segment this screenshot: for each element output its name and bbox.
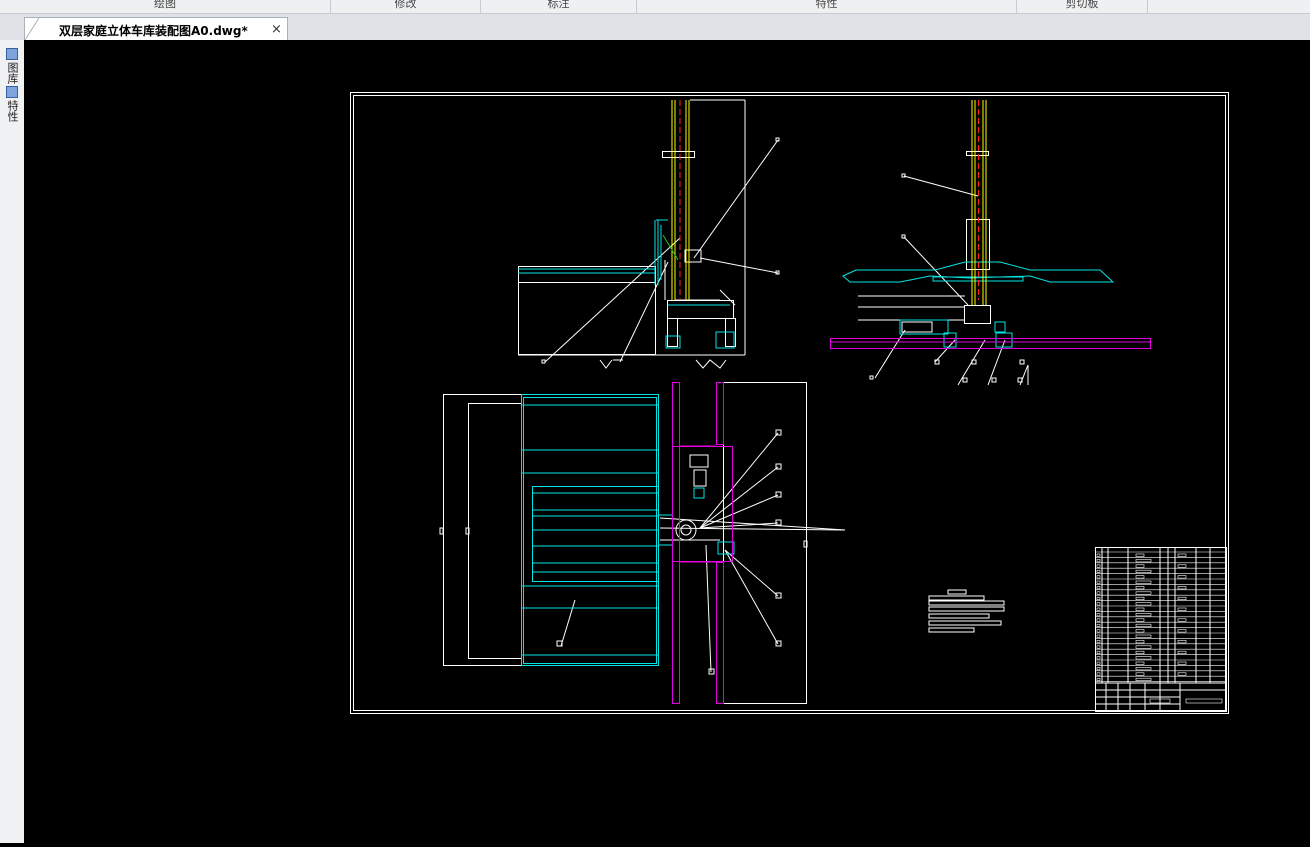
document-tab-bar: 双层家庭立体车库装配图A0.dwg* × (0, 14, 1310, 41)
ribbon-group-label: 修改 (394, 0, 417, 10)
document-tab[interactable]: 双层家庭立体车库装配图A0.dwg* × (24, 17, 288, 41)
ribbon-group-label: 绘图 (154, 0, 176, 10)
close-icon[interactable]: × (271, 22, 282, 37)
front-view (518, 99, 780, 369)
ribbon-group-dimension[interactable]: 标注 (481, 0, 637, 13)
ribbon-group-modify[interactable]: 修改 (331, 0, 481, 13)
document-tab-title: 双层家庭立体车库装配图A0.dwg* (59, 24, 248, 38)
side-view (830, 100, 1151, 386)
side-tab-library[interactable]: 图库 (4, 48, 20, 84)
side-tab-label: 特性 (6, 100, 19, 122)
title-block-parts-list (1095, 547, 1227, 712)
technical-notes (928, 589, 1005, 633)
ribbon-group-label: 剪切板 (1065, 0, 1099, 10)
side-tab-label: 图库 (6, 62, 19, 84)
ribbon-group-properties[interactable]: 特性 (637, 0, 1017, 13)
ribbon-toolbar: 绘图 修改 标注 特性 剪切板 (0, 0, 1310, 14)
ribbon-group-label: 标注 (547, 0, 570, 10)
ribbon-group-clipboard[interactable]: 剪切板 (1017, 0, 1148, 13)
library-icon (6, 48, 18, 60)
side-tab-properties[interactable]: 特性 (4, 86, 20, 122)
ribbon-group-label: 特性 (815, 0, 838, 10)
top-view (439, 382, 846, 704)
ribbon-group-draw[interactable]: 绘图 (0, 0, 331, 13)
cad-drawing (350, 92, 1229, 714)
drawing-canvas[interactable] (24, 40, 1310, 843)
properties-icon (6, 86, 18, 98)
side-panel: 图库 特性 (0, 40, 25, 843)
tab-corner-decoration (25, 18, 40, 41)
